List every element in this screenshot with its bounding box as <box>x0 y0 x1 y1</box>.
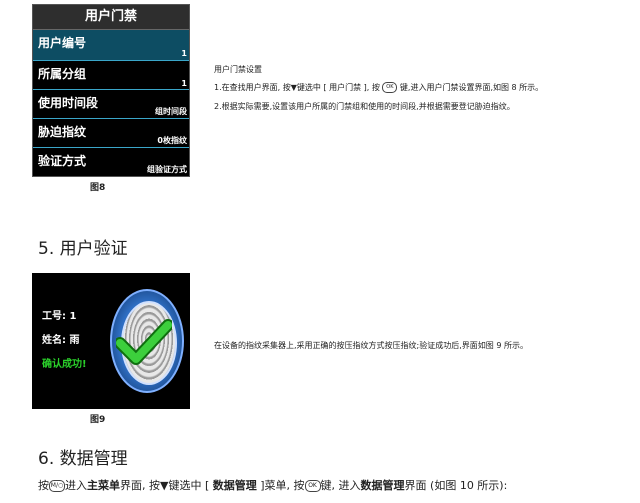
para-text: 进入 <box>65 479 87 492</box>
ok-key-icon: OK <box>304 480 321 492</box>
section-heading: 6. 数据管理 <box>38 449 128 469</box>
step-text: 1.在查找用户界面, 按▼键选中 [ 用户门禁 ], 按 <box>214 83 380 92</box>
data-management-term: 数据管理 <box>360 479 405 492</box>
menu-item-label: 使用时间段 <box>38 96 99 110</box>
menu-item-label: 用户编号 <box>38 36 87 50</box>
menu-item-user-id[interactable]: 用户编号 1 <box>33 30 189 60</box>
para-text: 界面 (如图 10 所示): <box>404 479 508 492</box>
data-management-term: 数据管理 <box>212 479 257 492</box>
ok-key-icon: OK <box>382 82 398 93</box>
data-management-paragraph: 按 M/○ 进入主菜单界面, 按▼键选中 [ 数据管理 ]菜单, 按 OK 键, 进入数… <box>38 477 507 493</box>
checkmark-icon <box>116 319 172 365</box>
menu-item-verify-mode[interactable]: 验证方式 组验证方式 <box>33 147 189 177</box>
figure-caption: 图8 <box>90 183 106 193</box>
instruction-heading: 用户门禁设置 <box>214 65 262 74</box>
screen-title: 用户门禁 <box>33 5 189 30</box>
device-screen-verify: 工号: 1 姓名: 雨 确认成功! <box>32 273 190 409</box>
verify-instruction: 在设备的指纹采集器上,采用正确的按压指纹方式按压指纹;验证成功后,界面如图 9 … <box>214 341 528 350</box>
device-screen-user-access: 用户门禁 用户编号 1 所属分组 1 使用时间段 组时间段 胁迫指纹 0枚指纹 … <box>32 4 190 177</box>
main-menu-term: 主菜单 <box>87 479 120 492</box>
section-heading: 5. 用户验证 <box>38 239 128 259</box>
menu-item-group[interactable]: 所属分组 1 <box>33 60 189 90</box>
menu-item-value: 1 <box>181 49 187 58</box>
menu-item-label: 验证方式 <box>38 154 87 168</box>
para-text: 界面, 按▼键选中 [ <box>120 479 213 492</box>
menu-item-value: 0枚指纹 <box>157 136 187 145</box>
menu-item-label: 所属分组 <box>38 67 87 81</box>
menu-item-time-period[interactable]: 使用时间段 组时间段 <box>33 89 189 119</box>
para-text: ]菜单, 按 <box>256 479 305 492</box>
user-name-line: 姓名: 雨 <box>42 335 80 346</box>
menu-item-value: 1 <box>181 79 187 88</box>
instruction-step-2: 2.根据实际需要,设置该用户所属的门禁组和使用的时间段,并根据需要登记胁迫指纹。 <box>214 102 515 111</box>
menu-item-duress-fingerprint[interactable]: 胁迫指纹 0枚指纹 <box>33 118 189 148</box>
menu-item-value: 组时间段 <box>155 107 187 116</box>
para-text: 键, 进入 <box>320 479 361 492</box>
menu-key-icon: M/○ <box>49 480 65 492</box>
verify-status: 确认成功! <box>42 359 87 370</box>
figure-caption: 图9 <box>90 415 106 425</box>
instruction-step-1: 1.在查找用户界面, 按▼键选中 [ 用户门禁 ], 按 OK 键,进入用户门禁… <box>214 82 543 93</box>
step-text: 键,进入用户门禁设置界面,如图 8 所示。 <box>399 83 544 92</box>
user-id-line: 工号: 1 <box>42 311 77 322</box>
para-text: 按 <box>38 479 49 492</box>
menu-item-value: 组验证方式 <box>147 165 187 174</box>
menu-item-label: 胁迫指纹 <box>38 125 87 139</box>
